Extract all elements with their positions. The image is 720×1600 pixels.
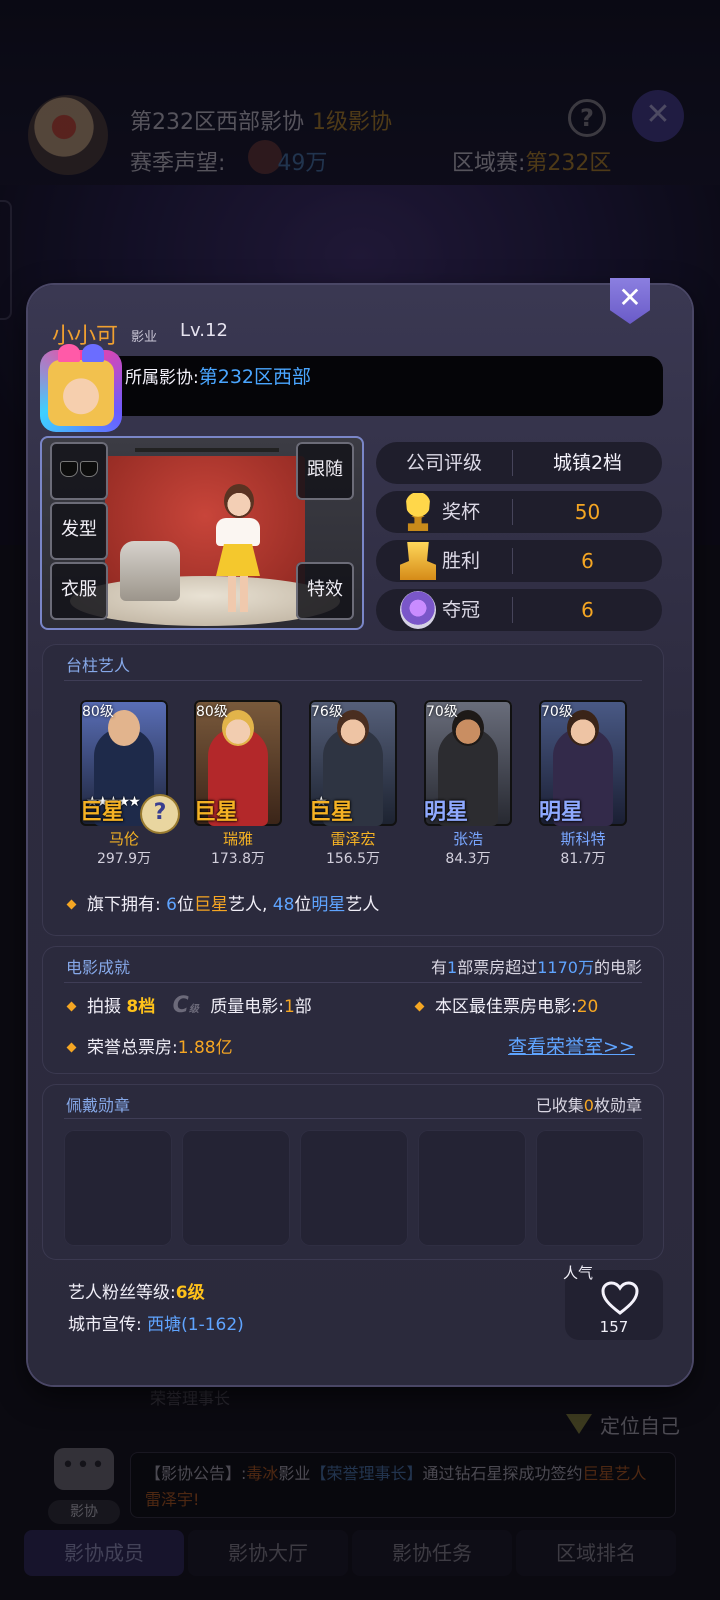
victory-icon [400,542,436,580]
close-icon: ✕ [618,281,642,314]
clothes-slot[interactable]: 衣服 [50,562,108,620]
medals-collected: 已收集0枚勋章 [535,1096,642,1115]
character-head [224,484,254,518]
section-title: 佩戴勋章 [66,1096,131,1115]
artist-fans: 84.3万 [445,851,491,867]
screen: 第232区西部影协 1级影协 赛季声望: 49万 区域赛:第232区 ? ✕ 荣誉理… [0,0,720,1600]
bow-icon [58,344,104,362]
company-rating-value: 城镇2档 [552,452,623,474]
artist-tier: 明星 [539,800,584,825]
guild-affiliation-value[interactable]: 第232区西部 [199,366,311,388]
artist-fans: 81.7万 [560,851,606,867]
artist-card[interactable]: 70级 明星 斯科特 81.7万 [539,700,629,870]
artist-portrait: 70级 明星 [424,700,512,826]
divider [64,1118,642,1119]
trophy-icon [405,493,431,531]
medal-slot[interactable] [536,1130,644,1246]
medal-slot[interactable] [64,1130,172,1246]
character-legs [228,576,248,612]
shooting-tier: 拍摄 8档 C级 质量电影:1部 [66,992,312,1018]
trophy-label: 奖杯 [442,501,481,523]
artist-fans: 297.9万 [96,851,152,867]
company-rating-label: 公司评级 [405,452,482,474]
crown-icon [400,591,436,629]
view-honor-room-link[interactable]: 查看荣誉室>> [508,1032,635,1059]
victory-value: 6 [581,549,594,573]
chair-icon [120,541,180,601]
accessory-slot[interactable] [50,442,108,500]
sunglasses-icon [60,461,98,479]
artist-level: 76级 [311,704,343,720]
diamond-icon [66,899,77,910]
artist-card[interactable]: 70级 明星 张浩 84.3万 [424,700,514,870]
fan-level: 艺人粉丝等级:6级 [68,1283,205,1303]
character-skirt [216,544,260,576]
trophy-row: 奖杯 50 [376,491,662,533]
company-tag: 影业 [131,330,158,345]
artist-name: 瑞雅 [222,830,253,848]
victory-row: 胜利 6 [376,540,662,582]
diamond-icon [66,1042,77,1053]
artist-fans: 156.5万 [325,851,381,867]
artist-card[interactable]: 80级 ★★★★★ 巨星 ? 马伦 297.9万 [80,700,178,870]
special-badge-icon: ? [142,796,178,832]
artist-tier: 巨星 [309,800,354,825]
medal-slot[interactable] [300,1130,408,1246]
champion-label: 夺冠 [442,599,481,621]
close-profile-button[interactable]: ✕ [610,278,650,328]
medal-slot[interactable] [418,1130,526,1246]
champion-row: 夺冠 6 [376,589,662,631]
artist-name: 张浩 [452,830,483,848]
rank-c-icon: C级 [172,993,199,1018]
honor-box-office: 荣誉总票房:1.88亿 [66,1033,233,1058]
artist-level: 70级 [541,704,573,720]
owned-artists-summary: 旗下拥有: 6位巨星艺人, 48位明星艺人 [66,890,379,915]
artist-name: 雷泽宏 [330,830,376,848]
artist-level: 80级 [82,704,114,720]
character-model [212,484,264,614]
artist-portrait: 80级 巨星 [194,700,282,826]
artist-tier: 巨星 [194,800,239,825]
avatar-face [48,360,114,426]
artist-level: 70级 [426,704,458,720]
hair-slot[interactable]: 发型 [50,502,108,560]
victory-label: 胜利 [442,550,481,572]
artist-card[interactable]: 76级 ★ 巨星 雷泽宏 156.5万 [309,700,399,870]
artist-name: 斯科特 [560,830,606,848]
popularity-count: 157 [599,1318,629,1336]
diamond-icon [414,1001,425,1012]
divider [64,680,642,681]
section-title: 台柱艺人 [66,656,131,675]
champion-value: 6 [581,598,594,622]
artist-portrait: 70级 明星 [539,700,627,826]
heart-icon [601,1281,639,1315]
artist-name: 马伦 [108,830,139,848]
best-box-office: 本区最佳票房电影:20 [414,992,598,1017]
box-office-note: 有1部票房超过1170万的电影 [431,958,642,977]
artist-fans: 173.8万 [210,851,266,867]
artist-tier: 巨星 [80,800,125,825]
artist-portrait: 76级 ★ 巨星 [309,700,397,826]
player-level: Lv.12 [180,320,228,341]
trophy-value: 50 [574,500,601,524]
artist-card[interactable]: 80级 巨星 瑞雅 173.8万 [194,700,284,870]
medal-slot[interactable] [182,1130,290,1246]
city-promotion: 城市宣传: 西塘(1-162) [68,1315,244,1335]
effects-slot[interactable]: 特效 [296,562,354,620]
divider [64,982,642,983]
avatar[interactable] [40,344,122,432]
guild-affiliation: 所属影协:第232区西部 [125,366,311,388]
company-rating-row: 公司评级 城镇2档 [376,442,662,484]
section-title: 电影成就 [66,958,131,977]
character-top [216,518,260,546]
stage-light-bar [135,448,279,452]
artist-tier: 明星 [424,800,469,825]
artist-level: 80级 [196,704,228,720]
popularity-label: 人气 [563,1264,594,1282]
follow-slot[interactable]: 跟随 [296,442,354,500]
diamond-icon [66,1001,77,1012]
